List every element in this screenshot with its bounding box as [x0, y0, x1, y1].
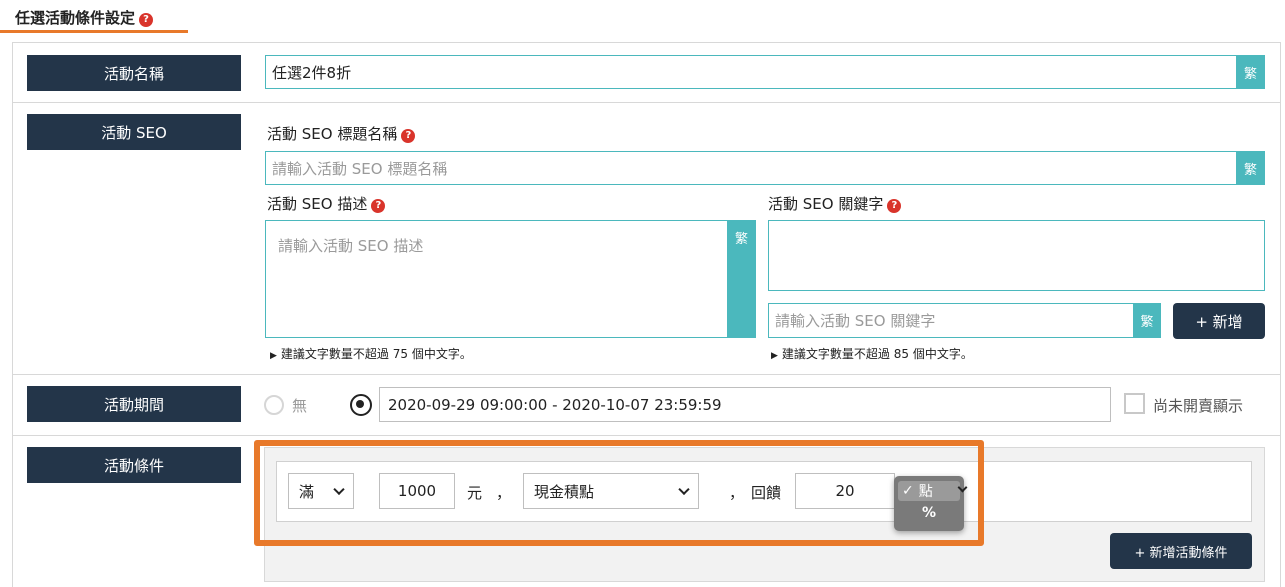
add-condition-button[interactable]: + 新增活動條件 [1110, 533, 1252, 569]
row-divider [12, 102, 1281, 103]
seo-keyword-hint: ▶ 建議文字數量不超過 85 個中文字。 [771, 345, 973, 362]
chevron-down-icon [333, 483, 345, 496]
separator-comma: ， [729, 484, 745, 502]
traditional-chinese-button[interactable]: 繁 [1236, 151, 1265, 185]
section-title: 任選活動條件設定? [15, 7, 154, 28]
name-row-label: 活動名稱 [27, 55, 241, 91]
seo-title-input[interactable]: 請輸入活動 SEO 標題名稱 [265, 151, 1237, 185]
not-open-checkbox[interactable] [1124, 393, 1145, 414]
seo-desc-label: 活動 SEO 描述? [267, 193, 386, 214]
row-divider [12, 435, 1281, 436]
seo-desc-hint-text: 建議文字數量不超過 75 個中文字。 [280, 347, 472, 361]
unit-option-selected[interactable]: ✓ 點 [898, 481, 960, 501]
chevron-down-icon [678, 483, 690, 496]
seo-keyword-hint-text: 建議文字數量不超過 85 個中文字。 [781, 347, 973, 361]
traditional-chinese-button[interactable]: 繁 [727, 220, 756, 338]
period-row-label: 活動期間 [27, 386, 241, 422]
traditional-chinese-button[interactable]: 繁 [1133, 303, 1161, 338]
seo-title-label: 活動 SEO 標題名稱? [267, 123, 416, 144]
seo-keyword-input[interactable]: 請輸入活動 SEO 關鍵字 [768, 303, 1134, 338]
period-none-label: 無 [292, 397, 308, 415]
period-range-input[interactable]: 2020-09-29 09:00:00 - 2020-10-07 23:59:5… [379, 387, 1111, 422]
seo-desc-textarea[interactable]: 請輸入活動 SEO 描述 [265, 220, 728, 338]
add-keyword-button[interactable]: + 新增 [1173, 303, 1265, 339]
help-icon[interactable]: ? [401, 129, 416, 143]
help-icon[interactable]: ? [371, 199, 386, 213]
reward-value-input[interactable]: 20 [795, 473, 895, 509]
seo-keyword-label: 活動 SEO 關鍵字? [768, 193, 902, 214]
reward-type-select[interactable]: 現金積點 [523, 473, 699, 509]
triangle-icon: ▶ [270, 351, 277, 361]
period-none-radio[interactable] [264, 395, 284, 415]
compare-select-value: 滿 [299, 482, 315, 501]
activity-name-input[interactable]: 任選2件8折 [265, 55, 1237, 89]
title-underline [0, 30, 188, 33]
amount-input[interactable]: 1000 [379, 473, 455, 509]
compare-select[interactable]: 滿 [288, 473, 354, 509]
section-title-text: 任選活動條件設定 [15, 9, 136, 27]
condition-row-label: 活動條件 [27, 447, 241, 483]
seo-row-label: 活動 SEO [27, 114, 241, 150]
checkmark-icon: ✓ [902, 483, 914, 499]
currency-label: 元 [467, 484, 483, 502]
unit-option-selected-label: 點 [918, 484, 933, 500]
separator-comma: ， [496, 484, 512, 502]
traditional-chinese-button[interactable]: 繁 [1236, 55, 1265, 89]
triangle-icon: ▶ [771, 351, 778, 361]
reward-type-select-value: 現金積點 [534, 482, 595, 501]
seo-desc-label-text: 活動 SEO 描述 [267, 195, 368, 213]
seo-title-label-text: 活動 SEO 標題名稱 [267, 125, 398, 143]
unit-option-percent[interactable]: % [898, 503, 960, 523]
help-icon[interactable]: ? [139, 13, 154, 27]
period-range-radio[interactable] [350, 394, 372, 416]
not-open-label: 尚未開賣顯示 [1153, 397, 1244, 415]
seo-keyword-label-text: 活動 SEO 關鍵字 [768, 195, 884, 213]
unit-dropdown[interactable]: ✓ 點 % [894, 476, 964, 531]
seo-keyword-list[interactable] [768, 220, 1265, 291]
help-icon[interactable]: ? [887, 199, 902, 213]
row-divider [12, 374, 1281, 375]
seo-desc-hint: ▶ 建議文字數量不超過 75 個中文字。 [270, 345, 472, 362]
reward-label: 回饋 [751, 484, 782, 502]
